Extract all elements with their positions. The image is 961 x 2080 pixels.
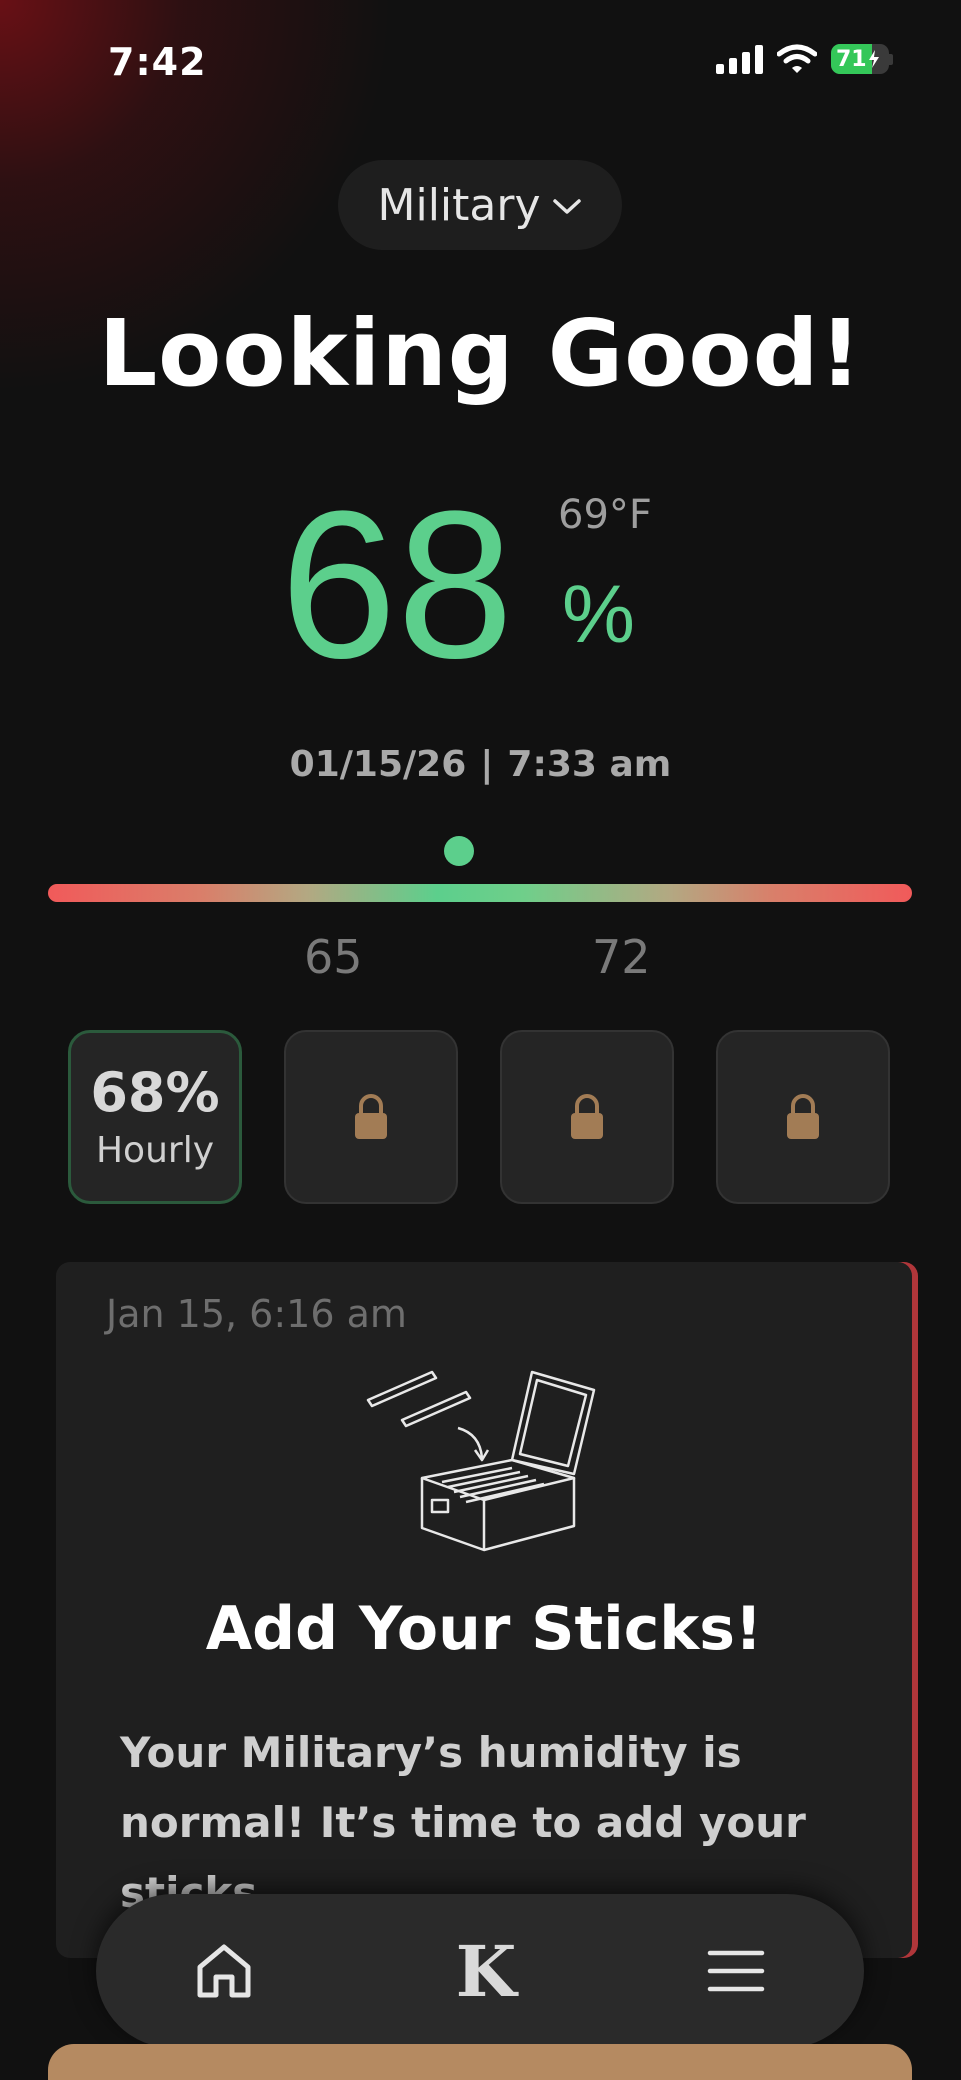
lock-icon [571, 1094, 603, 1139]
lock-icon [787, 1094, 819, 1139]
cellular-signal-icon [716, 44, 763, 74]
humidity-unit: % [562, 569, 635, 660]
status-indicators: 71 [716, 44, 893, 74]
timestamp-separator: | [480, 744, 494, 785]
current-humidity-marker [444, 836, 474, 866]
nav-brand-button[interactable]: K [430, 1921, 530, 2021]
reading-time: 7:33 am [507, 744, 672, 785]
device-selector-dropdown[interactable]: Military [338, 160, 622, 250]
next-card-peek [48, 2044, 912, 2080]
humidor-box-illustration [366, 1370, 596, 1552]
battery-icon: 71 [831, 44, 893, 74]
tile-locked[interactable] [500, 1030, 674, 1204]
hamburger-menu-icon [707, 1950, 765, 1992]
lock-icon [355, 1094, 387, 1139]
temperature-value: 69°F [558, 492, 652, 538]
status-headline: Looking Good! [98, 300, 863, 407]
bottom-nav: K [96, 1894, 864, 2048]
app-screen: 7:42 71 Military Looking Good! 68 69°F %… [0, 0, 961, 2080]
device-selector-label: Military [377, 179, 541, 231]
interval-tiles: 68% Hourly [68, 1030, 890, 1204]
reading-timestamp: 01/15/26 | 7:33 am [0, 744, 961, 785]
tile-locked[interactable] [716, 1030, 890, 1204]
status-time: 7:42 [108, 40, 207, 84]
battery-level: 71 [836, 46, 867, 72]
reading-date: 01/15/26 [289, 744, 467, 785]
card-title: Add Your Sticks! [205, 1594, 763, 1664]
wifi-icon [777, 44, 817, 74]
tile-locked[interactable] [284, 1030, 458, 1204]
humidity-value: 68 [280, 467, 514, 702]
charging-bolt-icon [868, 50, 879, 68]
range-low-label: 65 [304, 930, 363, 984]
range-high-label: 72 [592, 930, 651, 984]
brand-logo-icon: K [455, 1929, 517, 2013]
tile-hourly[interactable]: 68% Hourly [68, 1030, 242, 1204]
tile-hourly-label: Hourly [95, 1130, 215, 1172]
card-date: Jan 15, 6:16 am [106, 1292, 407, 1336]
nav-menu-button[interactable] [686, 1921, 786, 2021]
chevron-down-icon [553, 199, 582, 214]
home-icon [197, 1944, 251, 1998]
nav-home-button[interactable] [174, 1921, 274, 2021]
humidity-range-bar [48, 884, 912, 902]
notification-card[interactable]: Jan 15, 6:16 am Add Your Sticks! Your Mi… [56, 1262, 912, 1958]
tile-hourly-value: 68% [90, 1060, 220, 1124]
